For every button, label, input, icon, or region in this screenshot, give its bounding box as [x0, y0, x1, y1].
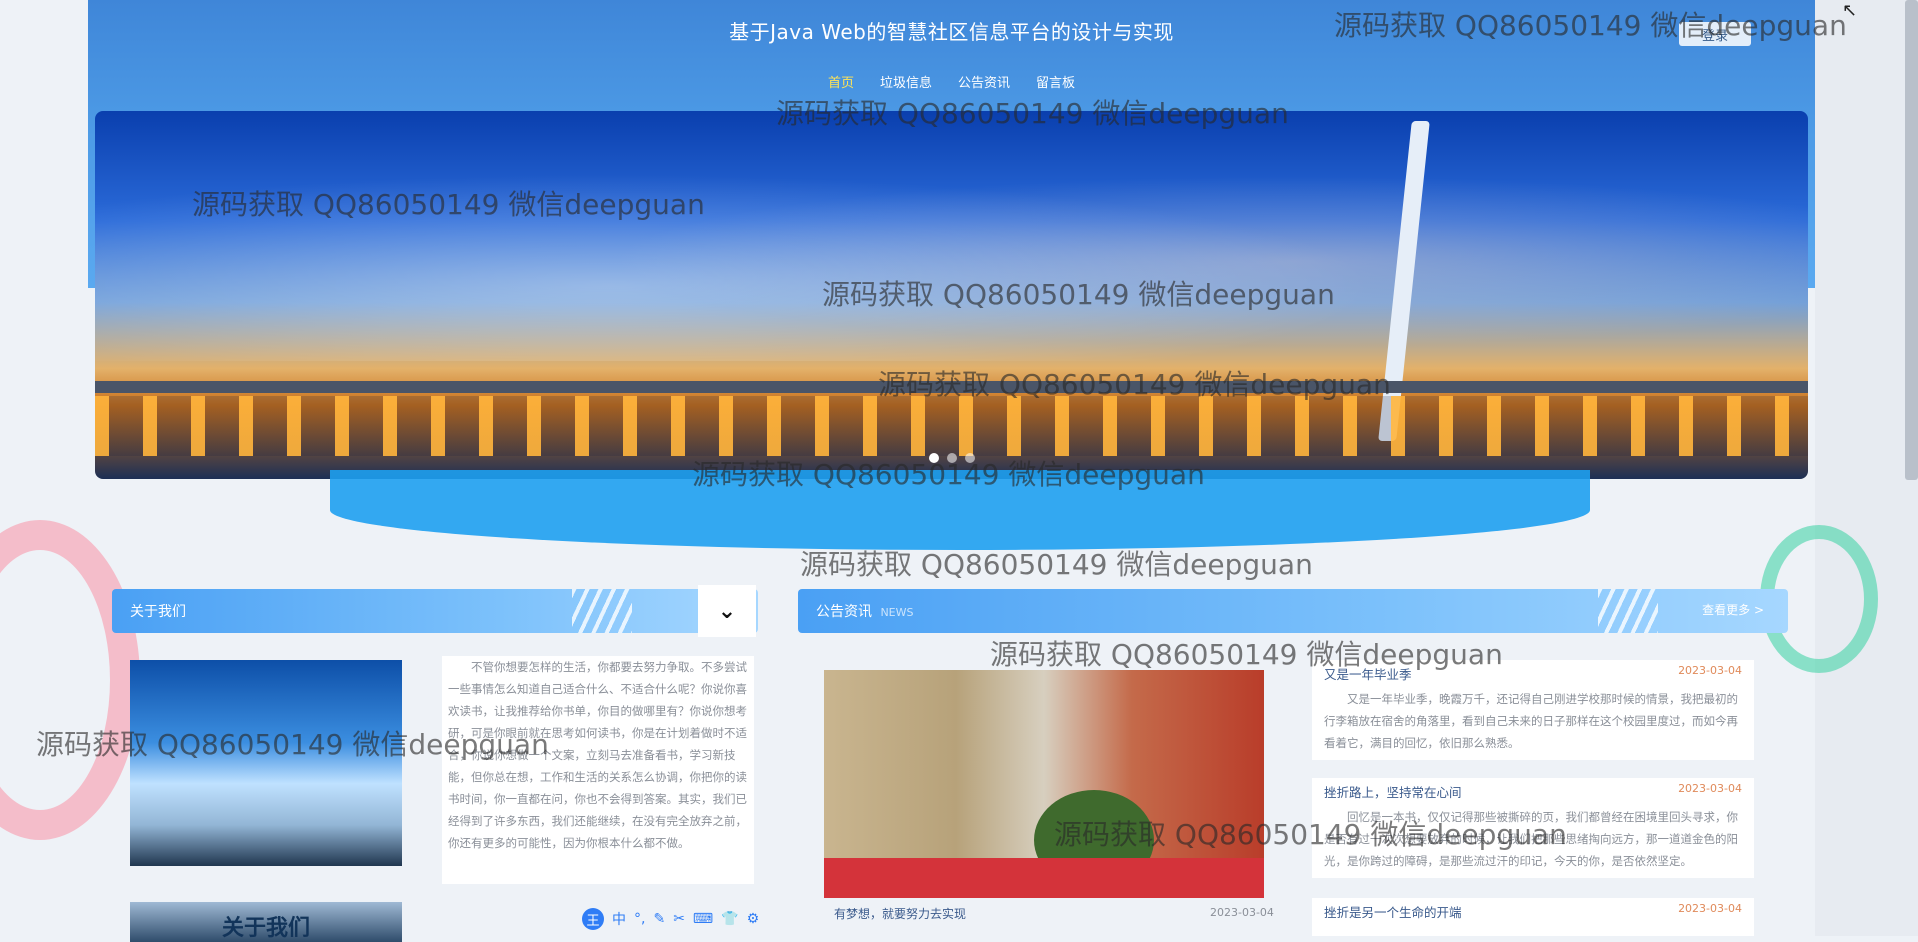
banner-bridge-lights [95, 396, 1808, 456]
ime-screenshot-icon[interactable]: ✂ [673, 911, 685, 927]
header-stripes [1598, 589, 1658, 633]
nav-item-garbage-info[interactable]: 垃圾信息 [876, 70, 936, 93]
ime-logo-icon[interactable]: 王 [582, 908, 604, 930]
nav-item-message-board[interactable]: 留言板 [1032, 70, 1079, 93]
about-image-caption: 关于我们 [221, 916, 310, 941]
news-item-title[interactable]: 挫折是另一个生命的开端 [1324, 902, 1462, 921]
about-image-secondary: 关于我们 [130, 902, 402, 942]
news-featured-date: 2023-03-04 [1210, 906, 1274, 919]
news-header: 公告资讯 NEWS 查看更多 > [798, 589, 1788, 633]
news-more-link[interactable]: 查看更多 > [1702, 601, 1764, 618]
header-stripes [572, 589, 632, 633]
nav-item-home[interactable]: 首页 [824, 70, 858, 93]
login-button[interactable]: 登录 [1679, 22, 1751, 46]
news-item-date: 2023-03-04 [1678, 782, 1742, 795]
banner-bridge-deck [95, 381, 1808, 393]
page-right-gutter [1815, 0, 1918, 936]
scrollbar[interactable] [1905, 0, 1918, 480]
news-item-body: 又是一年毕业季，晚霞万千，还记得自己刚进学校那时候的情景，我把最初的行李箱放在宿… [1324, 692, 1738, 750]
about-title: 关于我们 [130, 604, 186, 620]
news-item-date: 2023-03-04 [1678, 902, 1742, 915]
main-nav: 首页 垃圾信息 公告资讯 留言板 [88, 70, 1815, 93]
chevron-down-icon[interactable]: ⌄ [698, 585, 756, 637]
ime-settings-icon[interactable]: ⚙ [747, 911, 760, 927]
ime-punctuation-icon[interactable]: °, [634, 911, 645, 927]
cursor-icon: ↖ [1842, 0, 1858, 21]
image-wall [824, 858, 1264, 898]
news-list-item[interactable]: 挫折是另一个生命的开端 2023-03-04 [1312, 898, 1754, 936]
banner-carousel[interactable] [95, 111, 1808, 479]
about-text: 不管你想要怎样的生活，你都要去努力争取。不多尝试一些事情怎么知道自己适合什么、不… [442, 656, 754, 884]
news-item-title[interactable]: 又是一年毕业季 [1324, 664, 1412, 683]
carousel-dot-2[interactable] [946, 453, 957, 463]
about-header: 关于我们 ⌄ [112, 585, 758, 637]
ime-keyboard-icon[interactable]: ⌨ [693, 911, 713, 927]
news-featured-image[interactable] [824, 670, 1264, 898]
carousel-dot-1[interactable] [928, 453, 939, 463]
news-subtitle: NEWS [880, 606, 914, 619]
site-title: 基于Java Web的智慧社区信息平台的设计与实现 [729, 20, 1174, 44]
ime-skin-icon[interactable]: 👕 [721, 911, 738, 927]
news-item-date: 2023-03-04 [1678, 664, 1742, 677]
news-title-text: 公告资讯 [816, 604, 872, 620]
news-item-title[interactable]: 挫折路上，坚持常在心间 [1324, 782, 1462, 801]
news-list-item[interactable]: 又是一年毕业季 2023-03-04 又是一年毕业季，晚霞万千，还记得自己刚进学… [1312, 660, 1754, 760]
decorative-pink-ring [0, 520, 140, 840]
news-title: 公告资讯 NEWS [816, 601, 914, 621]
news-list-item[interactable]: 挫折路上，坚持常在心间 2023-03-04 回忆是一本书，仅仅记得那些被撕碎的… [1312, 778, 1754, 878]
nav-item-news[interactable]: 公告资讯 [954, 70, 1014, 93]
news-item-body: 回忆是一本书，仅仅记得那些被撕碎的页，我们都曾经在困境里回头寻求，你是否有过一次… [1324, 810, 1738, 868]
banner-sky [95, 111, 1808, 361]
ime-chinese-mode-icon[interactable]: 中 [612, 909, 626, 929]
decorative-wave [330, 470, 1590, 550]
ime-handwrite-icon[interactable]: ✎ [653, 911, 665, 927]
carousel-dot-3[interactable] [964, 453, 975, 463]
about-image [130, 660, 402, 866]
news-featured-caption[interactable]: 有梦想，就要努力去实现 [834, 905, 966, 922]
ime-toolbar: 王 中 °, ✎ ✂ ⌨ 👕 ⚙ [582, 908, 759, 930]
carousel-indicators [928, 453, 975, 463]
